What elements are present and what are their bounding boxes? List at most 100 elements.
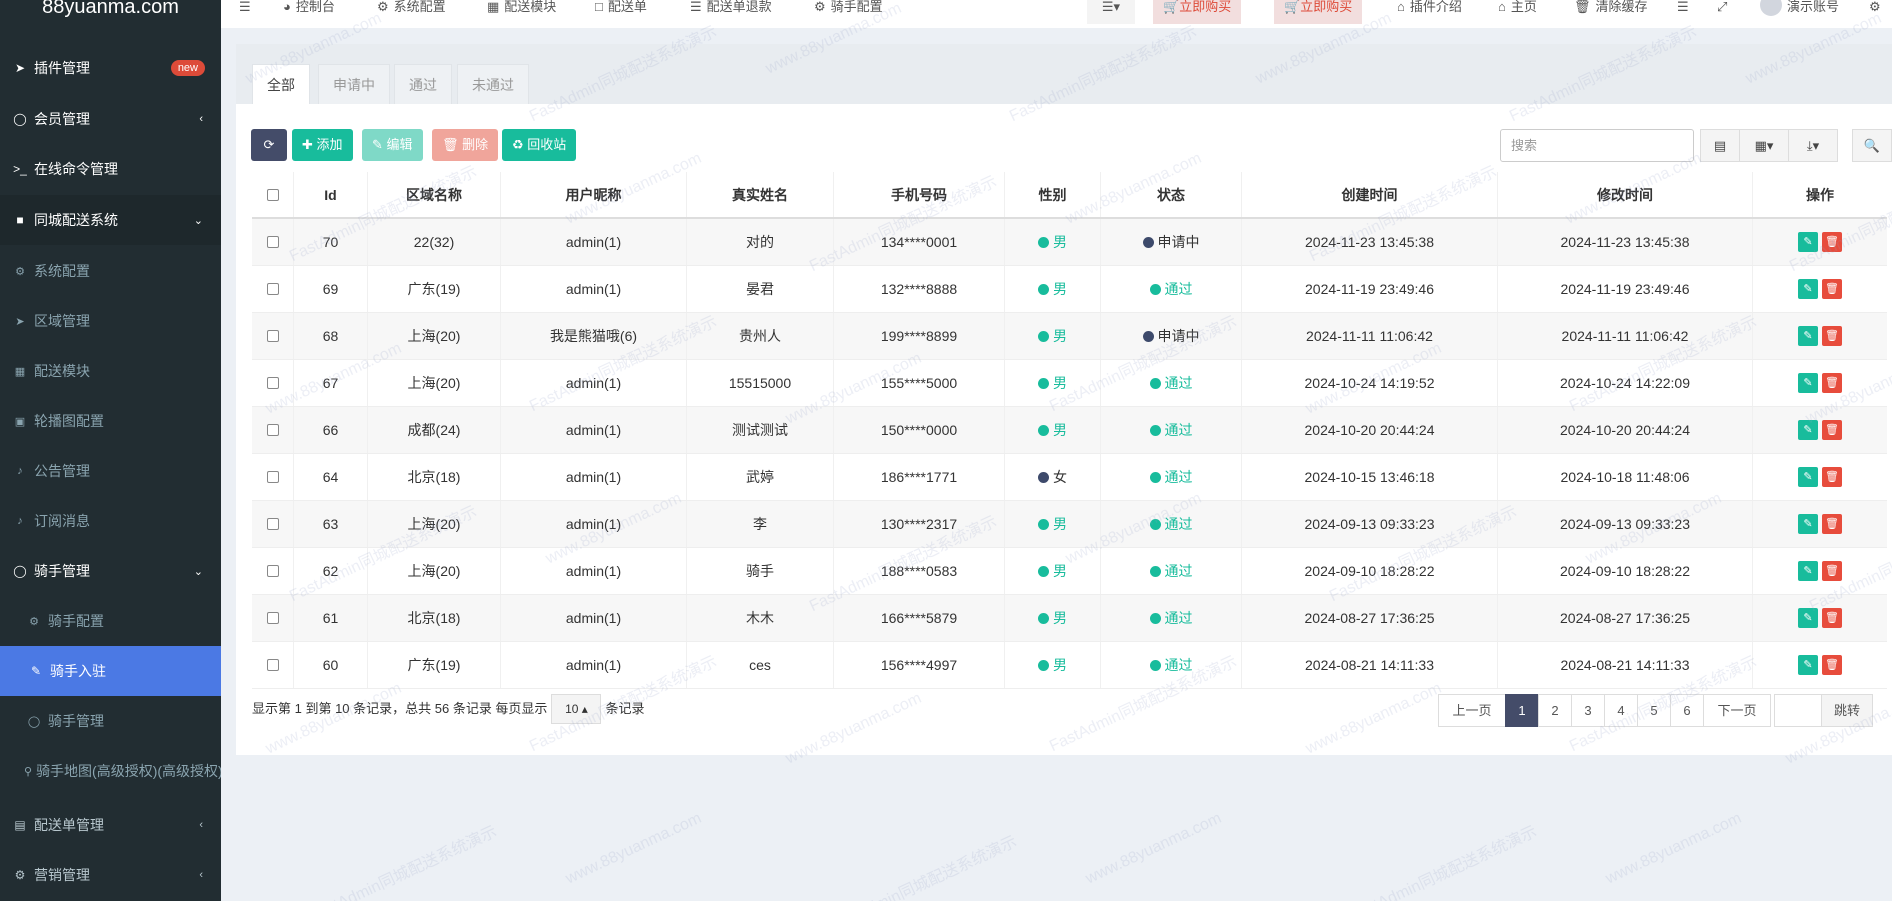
sidebar-item-delivery-system[interactable]: ■ 同城配送系统 ⌄ xyxy=(0,195,221,245)
table-row[interactable]: 69 广东(19) admin(1) 晏君 132****8888 男通过 2024-11-… xyxy=(252,266,1887,313)
sidebar-item-notice[interactable]: ♪ 公告管理 xyxy=(0,446,221,496)
nav-rider-config[interactable]: ⚙ 骑手配置 xyxy=(814,0,883,20)
nav-system-config[interactable]: ⚙ 系统配置 xyxy=(377,0,446,20)
translate-icon[interactable]: ☰ xyxy=(1677,0,1689,20)
fullscreen-icon[interactable]: ⤢ xyxy=(1717,0,1727,20)
row-delete-button[interactable]: 🗑 xyxy=(1822,373,1842,393)
page-1-button[interactable]: 1 xyxy=(1505,694,1539,727)
search-input[interactable]: 搜索 xyxy=(1500,129,1694,162)
row-delete-button[interactable]: 🗑 xyxy=(1822,232,1842,252)
buy-now-button-2[interactable]: 🛒立即购买 xyxy=(1274,0,1363,24)
search-button[interactable]: 🔍 xyxy=(1852,129,1892,162)
sidebar-item-online-command[interactable]: >_ 在线命令管理 xyxy=(0,144,221,194)
next-page-button[interactable]: 下一页 xyxy=(1703,694,1771,727)
sidebar-item-carousel[interactable]: ▣ 轮播图配置 xyxy=(0,396,221,446)
sidebar-item-rider-map[interactable]: ⚲ 骑手地图(高级授权)(高级授权) xyxy=(0,746,221,796)
sidebar-item-rider-join[interactable]: ✎ 骑手入驻 xyxy=(0,646,221,696)
page-4-button[interactable]: 4 xyxy=(1604,694,1638,727)
tab-rejected[interactable]: 未通过 xyxy=(457,64,529,104)
page-6-button[interactable]: 6 xyxy=(1670,694,1704,727)
export-button[interactable]: ⤓▾ xyxy=(1788,129,1838,162)
nav-account[interactable]: 演示账号 xyxy=(1760,0,1839,20)
row-delete-button[interactable]: 🗑 xyxy=(1822,608,1842,628)
row-delete-button[interactable]: 🗑 xyxy=(1822,467,1842,487)
col-updated[interactable]: 修改时间 xyxy=(1498,172,1753,217)
row-edit-button[interactable]: ✎ xyxy=(1798,467,1818,487)
row-delete-button[interactable]: 🗑 xyxy=(1822,655,1842,675)
jump-page-input[interactable] xyxy=(1774,694,1822,727)
delete-button[interactable]: 🗑 删除 xyxy=(432,129,499,161)
table-row[interactable]: 68 上海(20) 我是熊猫哦(6) 贵州人 199****8899 男申请中 2024-1… xyxy=(252,313,1887,360)
table-row[interactable]: 67 上海(20) admin(1) 15515000 155****5000 男通过 20… xyxy=(252,360,1887,407)
table-row[interactable]: 61 北京(18) admin(1) 木木 166****5879 男通过 2024-08-… xyxy=(252,595,1887,642)
row-checkbox[interactable] xyxy=(252,548,294,594)
row-checkbox[interactable] xyxy=(252,407,294,453)
col-created[interactable]: 创建时间 xyxy=(1242,172,1498,217)
col-area[interactable]: 区域名称 xyxy=(368,172,501,217)
jump-button[interactable]: 跳转 xyxy=(1821,694,1873,727)
col-nickname[interactable]: 用户昵称 xyxy=(501,172,687,217)
sidebar-item-members[interactable]: ◯ 会员管理 ‹ xyxy=(0,94,221,144)
sidebar-item-rider-config[interactable]: ⚙ 骑手配置 xyxy=(0,596,221,646)
edit-button[interactable]: ✎ 编辑 xyxy=(362,129,423,161)
page-3-button[interactable]: 3 xyxy=(1571,694,1605,727)
row-delete-button[interactable]: 🗑 xyxy=(1822,326,1842,346)
toggle-view-button[interactable]: ▤ xyxy=(1700,129,1740,162)
col-phone[interactable]: 手机号码 xyxy=(834,172,1005,217)
nav-list-dropdown[interactable]: ☰▾ xyxy=(1087,0,1135,24)
menu-toggle-icon[interactable]: ☰ xyxy=(239,0,251,20)
col-realname[interactable]: 真实姓名 xyxy=(687,172,834,217)
row-delete-button[interactable]: 🗑 xyxy=(1822,561,1842,581)
col-status[interactable]: 状态 xyxy=(1101,172,1242,217)
row-edit-button[interactable]: ✎ xyxy=(1798,561,1818,581)
page-5-button[interactable]: 5 xyxy=(1637,694,1671,727)
table-row[interactable]: 64 北京(18) admin(1) 武婷 186****1771 女通过 2024-10-… xyxy=(252,454,1887,501)
row-delete-button[interactable]: 🗑 xyxy=(1822,514,1842,534)
sidebar-item-rider-mgmt[interactable]: ◯ 骑手管理 ⌄ xyxy=(0,546,221,596)
per-page-select[interactable]: 10 ▴ xyxy=(551,694,602,724)
select-all-checkbox[interactable] xyxy=(252,172,294,217)
logo[interactable]: 88yuanma.com xyxy=(0,0,221,20)
sidebar-item-delivery-module[interactable]: ▦ 配送模块 xyxy=(0,346,221,396)
table-row[interactable]: 63 上海(20) admin(1) 李 130****2317 男通过 2024-09-1… xyxy=(252,501,1887,548)
row-checkbox[interactable] xyxy=(252,360,294,406)
nav-order-refund[interactable]: ☰ 配送单退款 xyxy=(690,0,772,20)
row-checkbox[interactable] xyxy=(252,266,294,312)
nav-home[interactable]: ⌂ 主页 xyxy=(1498,0,1537,20)
row-edit-button[interactable]: ✎ xyxy=(1798,373,1818,393)
sidebar-item-plugins[interactable]: ➤ 插件管理 new xyxy=(0,43,221,93)
sidebar-item-rider-list[interactable]: ◯ 骑手管理 xyxy=(0,696,221,746)
table-row[interactable]: 62 上海(20) admin(1) 骑手 188****0583 男通过 2024-09-… xyxy=(252,548,1887,595)
sidebar-item-subscribe[interactable]: ♪ 订阅消息 xyxy=(0,496,221,546)
row-edit-button[interactable]: ✎ xyxy=(1798,326,1818,346)
row-checkbox[interactable] xyxy=(252,642,294,688)
col-gender[interactable]: 性别 xyxy=(1005,172,1101,217)
nav-clear-cache[interactable]: 🗑 清除缓存 xyxy=(1574,0,1648,20)
sidebar-item-marketing[interactable]: ⚙ 营销管理 ‹ xyxy=(0,850,221,900)
recycle-bin-button[interactable]: ♻ 回收站 xyxy=(502,129,577,161)
row-checkbox[interactable] xyxy=(252,595,294,641)
col-id[interactable]: Id xyxy=(294,172,368,217)
nav-orders[interactable]: □ 配送单 xyxy=(595,0,647,20)
table-row[interactable]: 60 广东(19) admin(1) ces 156****4997 男通过 2024-08… xyxy=(252,642,1887,689)
row-checkbox[interactable] xyxy=(252,454,294,500)
row-edit-button[interactable]: ✎ xyxy=(1798,514,1818,534)
tab-applying[interactable]: 申请中 xyxy=(318,64,390,104)
row-checkbox[interactable] xyxy=(252,501,294,547)
sidebar-item-area[interactable]: ➤ 区域管理 xyxy=(0,296,221,346)
tab-all[interactable]: 全部 xyxy=(252,64,310,104)
page-2-button[interactable]: 2 xyxy=(1538,694,1572,727)
table-row[interactable]: 70 22(32) admin(1) 对的 134****0001 男申请中 2024-11… xyxy=(252,219,1887,266)
sidebar-item-system-config[interactable]: ⚙ 系统配置 xyxy=(0,246,221,296)
row-checkbox[interactable] xyxy=(252,313,294,359)
sidebar-item-order-mgmt[interactable]: ▤ 配送单管理 ‹ xyxy=(0,800,221,850)
row-edit-button[interactable]: ✎ xyxy=(1798,655,1818,675)
row-delete-button[interactable]: 🗑 xyxy=(1822,420,1842,440)
row-delete-button[interactable]: 🗑 xyxy=(1822,279,1842,299)
row-edit-button[interactable]: ✎ xyxy=(1798,420,1818,440)
row-edit-button[interactable]: ✎ xyxy=(1798,279,1818,299)
add-button[interactable]: ✚ 添加 xyxy=(292,129,353,161)
row-checkbox[interactable] xyxy=(252,219,294,265)
prev-page-button[interactable]: 上一页 xyxy=(1438,694,1506,727)
nav-delivery-module[interactable]: ▦ 配送模块 xyxy=(487,0,556,20)
